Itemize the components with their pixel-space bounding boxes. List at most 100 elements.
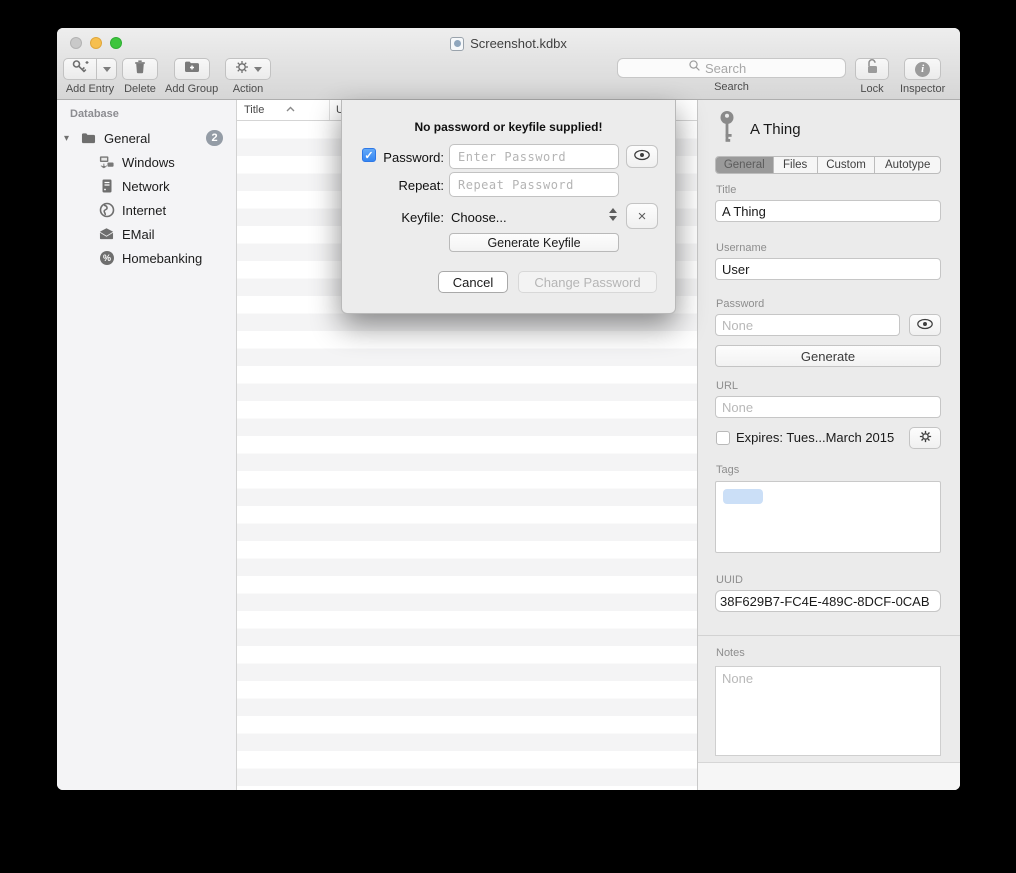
entry-header: A Thing	[717, 110, 801, 149]
action-button[interactable]	[225, 58, 271, 80]
document-icon	[450, 37, 464, 51]
uuid-field-label: UUID	[716, 574, 743, 586]
inspector-panel: A Thing General Files Custom Autotype Ti…	[697, 100, 960, 790]
clear-keyfile-button[interactable]	[626, 203, 658, 229]
generate-keyfile-button[interactable]: Generate Keyfile	[449, 233, 619, 252]
notes-field-label: Notes	[716, 647, 745, 659]
globe-icon	[98, 202, 115, 219]
reveal-password-button[interactable]	[909, 314, 941, 336]
enter-password-input[interactable]	[449, 144, 619, 169]
column-label: Title	[244, 104, 285, 116]
toolbar-item-action: Action	[225, 58, 271, 95]
entry-title: A Thing	[750, 121, 801, 138]
inspector-button[interactable]	[904, 58, 941, 80]
password-enable-checkbox[interactable]	[362, 148, 376, 162]
sidebar-item-label: Homebanking	[122, 251, 202, 266]
toolbar-item-delete: Delete	[122, 58, 158, 95]
repeat-label: Repeat:	[378, 178, 444, 193]
inspector-label: Inspector	[900, 83, 945, 95]
repeat-password-input[interactable]	[449, 172, 619, 197]
sidebar-item-email[interactable]: EMail	[57, 222, 236, 246]
lock-label: Lock	[860, 83, 883, 95]
url-field-label: URL	[716, 380, 738, 392]
sidebar-item-label: EMail	[122, 227, 155, 242]
expires-row: Expires: Tues...March 2015	[716, 430, 894, 445]
generate-password-button[interactable]: Generate	[715, 345, 941, 367]
toolbar-item-add-group: Add Group	[165, 58, 218, 95]
inspector-footer	[698, 762, 960, 790]
trash-icon	[132, 59, 148, 80]
folder-plus-icon	[183, 59, 201, 79]
notes-field[interactable]	[715, 666, 941, 756]
keyfile-popup[interactable]: Choose...	[451, 210, 507, 225]
svg-text:%: %	[102, 253, 110, 263]
toolbar: Add Entry Delete	[57, 58, 960, 100]
sidebar-item-label: Internet	[122, 203, 166, 218]
expires-checkbox[interactable]	[716, 431, 730, 445]
change-password-button[interactable]: Change Password	[518, 271, 657, 293]
sidebar-item-general[interactable]: General 2	[57, 126, 236, 150]
lock-button[interactable]	[855, 58, 889, 80]
reveal-password-button[interactable]	[626, 145, 658, 168]
search-field[interactable]	[617, 58, 846, 78]
sidebar-item-label: Network	[122, 179, 170, 194]
toolbar-item-inspector: Inspector	[900, 58, 945, 95]
tag-pill[interactable]	[723, 489, 763, 504]
stepper-icon[interactable]	[609, 208, 617, 221]
close-icon	[638, 208, 647, 225]
username-field[interactable]	[715, 258, 941, 280]
sidebar-item-label: General	[104, 131, 150, 146]
toolbar-item-search: Search	[617, 58, 846, 93]
tab-files[interactable]: Files	[774, 157, 818, 173]
gear-icon	[918, 429, 933, 447]
key-icon	[717, 110, 737, 149]
password-field-label: Password	[716, 298, 764, 310]
search-input[interactable]	[705, 61, 775, 76]
disclosure-triangle-icon[interactable]	[64, 133, 76, 144]
sidebar-section-header: Database	[70, 108, 119, 120]
app-window: Screenshot.kdbx	[57, 28, 960, 790]
sidebar-item-homebanking[interactable]: % Homebanking	[57, 246, 236, 270]
url-field[interactable]	[715, 396, 941, 418]
tags-box[interactable]	[715, 481, 941, 553]
server-icon	[98, 178, 115, 195]
expires-label: Expires: Tues...March 2015	[736, 430, 894, 445]
window-title: Screenshot.kdbx	[470, 36, 567, 51]
folder-icon	[80, 130, 97, 147]
tab-general[interactable]: General	[716, 157, 774, 173]
sort-ascending-icon	[285, 104, 326, 116]
toolbar-item-add-entry: Add Entry	[63, 58, 117, 95]
search-icon	[688, 59, 701, 77]
password-field[interactable]	[715, 314, 900, 336]
expires-settings-button[interactable]	[909, 427, 941, 449]
cancel-button[interactable]: Cancel	[438, 271, 508, 293]
action-label: Action	[233, 83, 264, 95]
chevron-down-icon	[103, 67, 111, 72]
uuid-field[interactable]	[715, 590, 941, 612]
toolbar-item-lock: Lock	[855, 58, 889, 95]
add-entry-button[interactable]	[63, 58, 97, 80]
sidebar-item-label: Windows	[122, 155, 175, 170]
info-icon	[915, 62, 930, 77]
eye-icon	[633, 149, 651, 164]
tab-custom[interactable]: Custom	[818, 157, 876, 173]
sidebar-item-network[interactable]: Network	[57, 174, 236, 198]
chevron-down-icon	[254, 67, 262, 72]
column-header-title[interactable]: Title	[237, 100, 330, 120]
add-entry-label: Add Entry	[66, 83, 114, 95]
tab-autotype[interactable]: Autotype	[875, 157, 940, 173]
sidebar-item-windows[interactable]: Windows	[57, 150, 236, 174]
keyfile-label: Keyfile:	[378, 210, 444, 225]
window-chrome: Screenshot.kdbx	[57, 28, 960, 100]
title-field[interactable]	[715, 200, 941, 222]
tags-field-label: Tags	[716, 464, 739, 476]
username-field-label: Username	[716, 242, 767, 254]
add-entry-dropdown-button[interactable]	[97, 58, 117, 80]
sidebar-item-internet[interactable]: Internet	[57, 198, 236, 222]
sidebar: Database General 2	[57, 100, 237, 790]
add-group-button[interactable]	[174, 58, 210, 80]
unlocked-padlock-icon	[864, 58, 880, 80]
eye-icon	[916, 318, 934, 333]
delete-button[interactable]	[122, 58, 158, 80]
percent-icon: %	[98, 250, 115, 267]
